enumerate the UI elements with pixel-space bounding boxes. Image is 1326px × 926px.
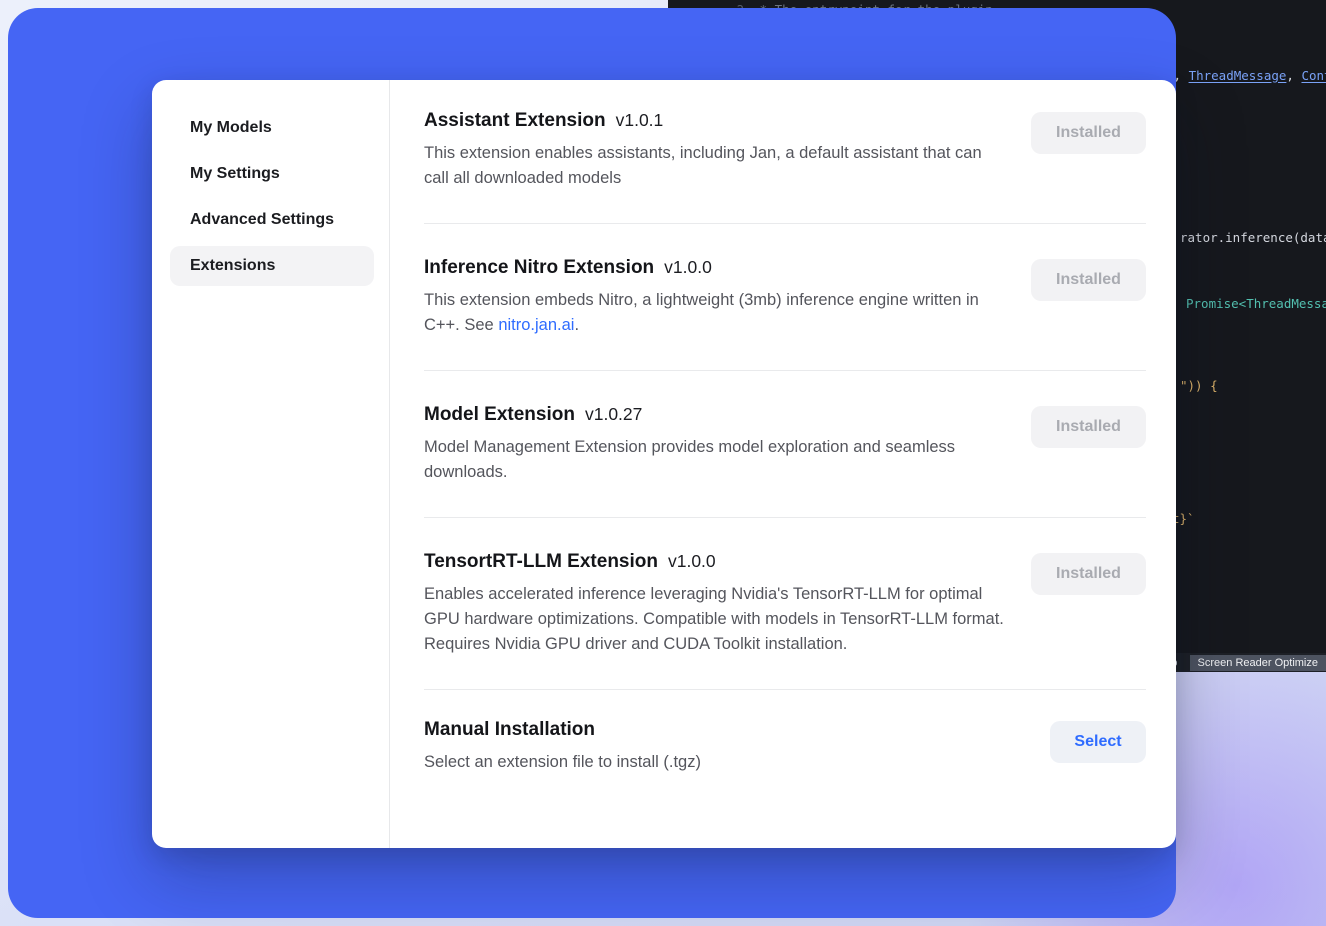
installed-button[interactable]: Installed: [1031, 406, 1146, 448]
extension-version: v1.0.0: [668, 551, 716, 572]
extension-description: This extension embeds Nitro, a lightweig…: [424, 288, 1009, 338]
description-suffix: .: [574, 316, 579, 334]
extensions-panel: Assistant Extension v1.0.1 This extensio…: [390, 80, 1176, 848]
manual-installation-description: Select an extension file to install (.tg…: [424, 750, 1009, 775]
extension-title: Model Extension: [424, 404, 575, 426]
extension-description: This extension enables assistants, inclu…: [424, 141, 1009, 191]
nitro-jan-ai-link[interactable]: nitro.jan.ai: [498, 316, 574, 334]
manual-installation-title: Manual Installation: [424, 719, 595, 741]
installed-button[interactable]: Installed: [1031, 553, 1146, 595]
sidebar-item-extensions[interactable]: Extensions: [170, 246, 374, 286]
installed-button[interactable]: Installed: [1031, 259, 1146, 301]
sidebar-item-advanced-settings[interactable]: Advanced Settings: [170, 200, 374, 240]
installed-button[interactable]: Installed: [1031, 112, 1146, 154]
extension-section-nitro: Inference Nitro Extension v1.0.0 This ex…: [424, 224, 1146, 371]
extension-version: v1.0.27: [585, 404, 642, 425]
sidebar-item-my-settings[interactable]: My Settings: [170, 154, 374, 194]
extension-section-assistant: Assistant Extension v1.0.1 This extensio…: [424, 110, 1146, 224]
extension-title: TensortRT-LLM Extension: [424, 551, 658, 573]
extension-version: v1.0.0: [664, 257, 712, 278]
extension-title: Inference Nitro Extension: [424, 257, 654, 279]
extension-description: Model Management Extension provides mode…: [424, 435, 1009, 485]
select-file-button[interactable]: Select: [1050, 721, 1146, 763]
settings-modal: My Models My Settings Advanced Settings …: [152, 80, 1176, 848]
extension-version: v1.0.1: [616, 110, 664, 131]
screen-reader-status-item[interactable]: Screen Reader Optimize: [1190, 655, 1326, 671]
code-fragment: Promise<ThreadMessage>: [1186, 296, 1326, 311]
manual-installation-section: Manual Installation Select an extension …: [424, 690, 1146, 775]
extension-description: Enables accelerated inference leveraging…: [424, 582, 1009, 657]
code-fragment: ")) {: [1180, 378, 1218, 393]
extension-title: Assistant Extension: [424, 110, 606, 132]
extension-section-tensorrt: TensortRT-LLM Extension v1.0.0 Enables a…: [424, 518, 1146, 690]
settings-sidebar: My Models My Settings Advanced Settings …: [152, 80, 390, 848]
extension-section-model: Model Extension v1.0.27 Model Management…: [424, 371, 1146, 518]
sidebar-item-my-models[interactable]: My Models: [170, 108, 374, 148]
code-fragment: rator.inference(data));: [1180, 230, 1326, 245]
